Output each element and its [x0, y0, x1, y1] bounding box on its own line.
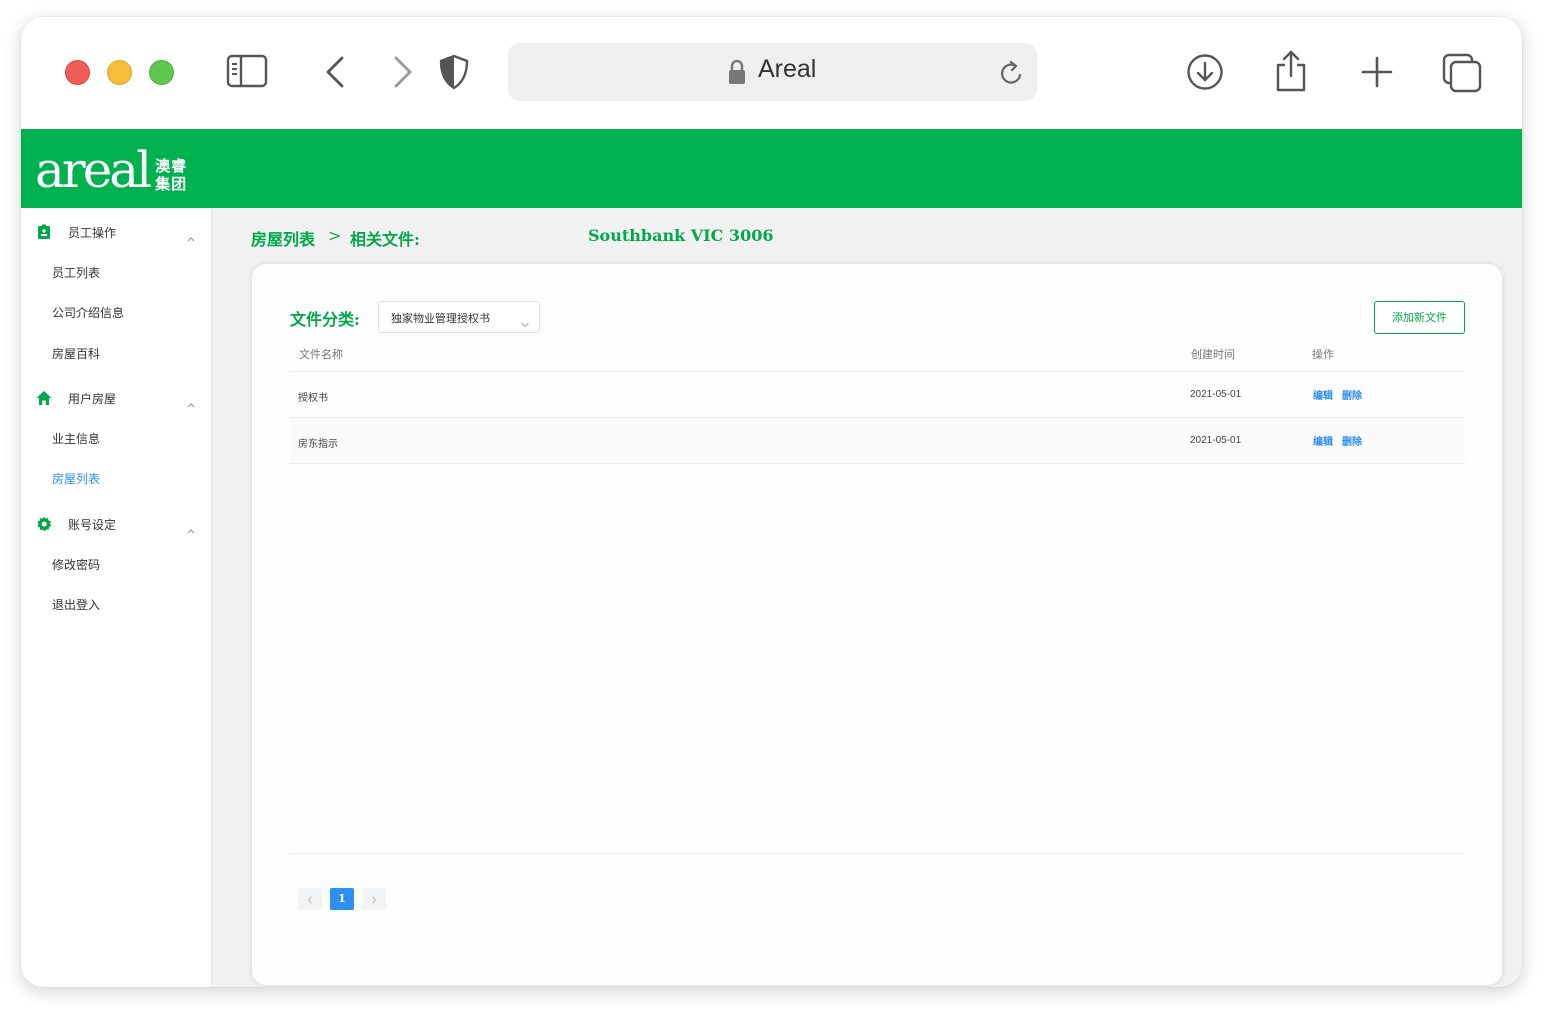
column-header-name: 文件名称 [299, 348, 343, 361]
back-chevron-icon[interactable] [323, 55, 347, 89]
file-name: 房东指示 [298, 439, 338, 450]
menu-group-label: 账号设定 [68, 518, 117, 532]
download-icon[interactable] [1186, 53, 1224, 91]
breadcrumb-root[interactable]: 房屋列表 [251, 226, 315, 250]
company-logo[interactable]: areal 澳睿 集团 [35, 135, 187, 205]
page-number-current[interactable]: 1 [330, 888, 354, 910]
file-category-select[interactable]: 独家物业管理授权书 [378, 301, 540, 333]
sidebar-item-company-info[interactable]: 公司介绍信息 [52, 301, 202, 325]
address-url: Areal [758, 55, 817, 83]
logo-cn-line1: 澳睿 [155, 157, 188, 175]
browser-toolbar: Areal [21, 17, 1522, 129]
sidebar-menu: 员工操作 员工列表 公司介绍信息 房屋百科 用户房屋 业主信息 房屋列表 账号设… [21, 208, 212, 987]
sidebar-item-change-password[interactable]: 修改密码 [52, 553, 202, 577]
menu-group-label: 用户房屋 [68, 392, 117, 406]
sidebar-item-owner-info[interactable]: 业主信息 [52, 427, 202, 451]
menu-group-user-houses[interactable]: 用户房屋 [21, 382, 212, 414]
logo-wordmark: areal [35, 141, 152, 199]
breadcrumb-separator: > [328, 226, 342, 245]
column-header-actions: 操作 [1312, 348, 1334, 361]
add-file-button[interactable]: 添加新文件 [1374, 301, 1465, 334]
column-header-created: 创建时间 [1191, 348, 1235, 361]
chevron-up-icon [186, 227, 196, 246]
app-header: areal 澳睿 集团 [21, 129, 1522, 208]
file-category-label: 文件分类: [290, 310, 360, 329]
table-header: 文件名称 创建时间 操作 [290, 338, 1465, 372]
sidebar-toggle-icon[interactable] [226, 54, 268, 88]
address-bar[interactable]: Areal [508, 43, 1037, 101]
chevron-right-icon [371, 890, 377, 909]
badge-icon [36, 224, 52, 240]
sidebar-item-housing-wiki[interactable]: 房屋百科 [52, 342, 202, 366]
files-table: 文件名称 创建时间 操作 授权书 2021-05-01 编辑 删除 房东指示 2… [290, 338, 1465, 854]
edit-link[interactable]: 编辑 [1313, 433, 1333, 448]
breadcrumb-current: 相关文件: [350, 230, 420, 249]
menu-group-label: 员工操作 [68, 226, 117, 240]
delete-link[interactable]: 删除 [1342, 433, 1362, 448]
chevron-up-icon [186, 393, 196, 412]
reload-icon[interactable] [999, 59, 1025, 91]
share-icon[interactable] [1274, 49, 1308, 93]
chevron-up-icon [186, 519, 196, 538]
file-name: 授权书 [298, 393, 328, 404]
table-bottom-border [290, 853, 1465, 854]
file-category-value: 独家物业管理授权书 [391, 312, 490, 325]
sidebar-item-house-list[interactable]: 房屋列表 [52, 467, 202, 491]
home-icon [36, 390, 52, 406]
lock-icon [728, 59, 746, 89]
chevron-down-icon [520, 313, 530, 332]
file-created-date: 2021-05-01 [1190, 389, 1242, 400]
property-address: Southbank VIC 3006 [588, 226, 774, 245]
file-created-date: 2021-05-01 [1190, 435, 1242, 446]
prev-page-button[interactable] [298, 888, 322, 910]
next-page-button[interactable] [362, 888, 386, 910]
menu-group-account[interactable]: 账号设定 [21, 508, 212, 540]
tabs-overview-icon[interactable] [1442, 53, 1482, 93]
minimize-window-button[interactable] [107, 60, 132, 85]
sidebar-item-logout[interactable]: 退出登入 [52, 593, 202, 617]
delete-link[interactable]: 删除 [1342, 387, 1362, 402]
logo-chinese-name: 澳睿 集团 [155, 157, 187, 205]
edit-link[interactable]: 编辑 [1313, 387, 1333, 402]
close-window-button[interactable] [65, 60, 90, 85]
privacy-shield-icon[interactable] [438, 54, 470, 90]
zoom-window-button[interactable] [149, 60, 174, 85]
new-tab-plus-icon[interactable] [1361, 56, 1393, 88]
menu-group-staff[interactable]: 员工操作 [21, 216, 212, 248]
table-row: 房东指示 2021-05-01 编辑 删除 [290, 418, 1465, 464]
gear-icon [36, 516, 52, 532]
chevron-left-icon [307, 890, 313, 909]
files-card: 文件分类: 独家物业管理授权书 添加新文件 文件名称 创建时间 操作 授权书 2… [252, 264, 1502, 985]
table-row: 授权书 2021-05-01 编辑 删除 [290, 372, 1465, 418]
browser-window: Areal areal 澳睿 集团 员工操作 员工列表 公司介绍信息 房屋百科 … [21, 17, 1522, 987]
logo-cn-line2: 集团 [155, 175, 188, 193]
forward-chevron-icon[interactable] [391, 55, 415, 89]
sidebar-item-staff-list[interactable]: 员工列表 [52, 261, 202, 285]
